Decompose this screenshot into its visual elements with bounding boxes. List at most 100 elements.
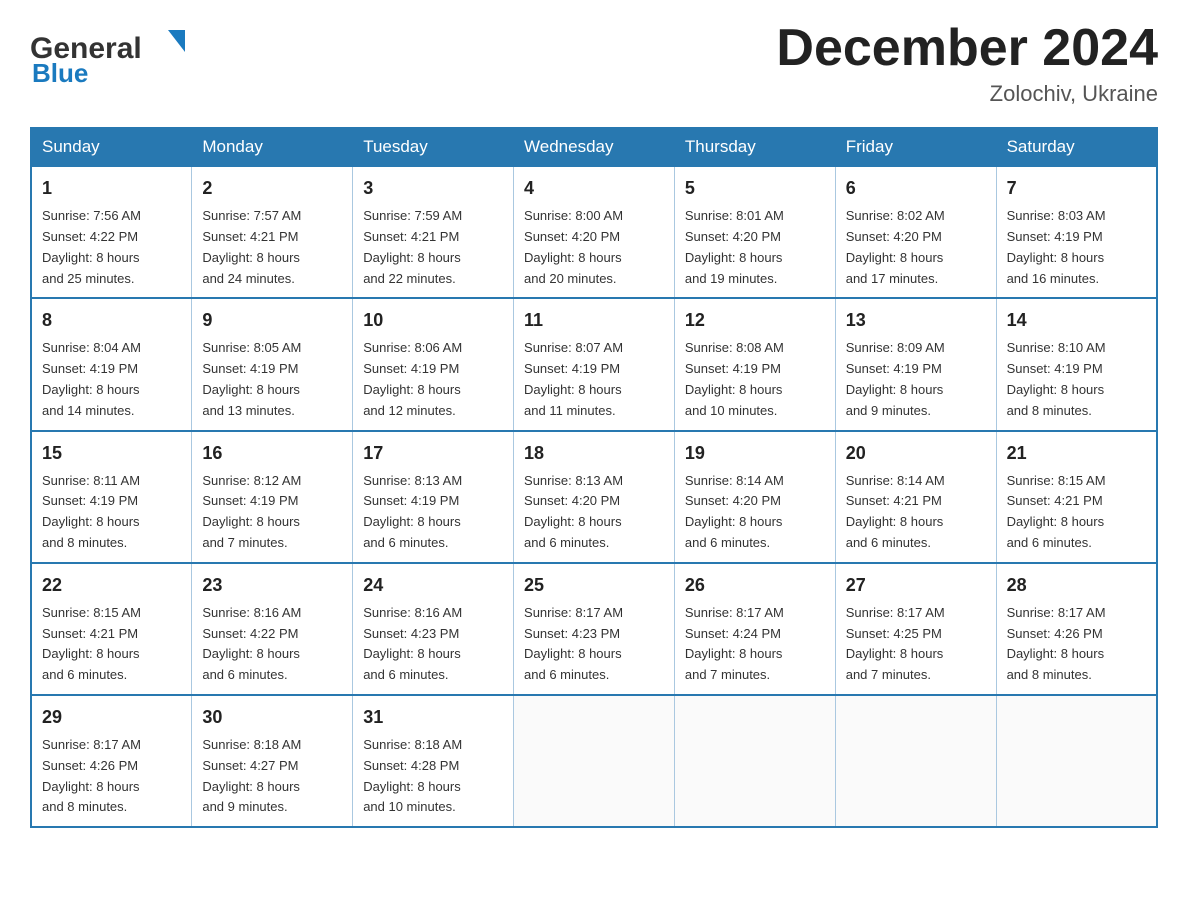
- day-info: Sunrise: 8:12 AMSunset: 4:19 PMDaylight:…: [202, 473, 301, 550]
- col-header-monday: Monday: [192, 128, 353, 166]
- day-cell: 22 Sunrise: 8:15 AMSunset: 4:21 PMDayligh…: [31, 563, 192, 695]
- day-info: Sunrise: 8:16 AMSunset: 4:23 PMDaylight:…: [363, 605, 462, 682]
- week-row-1: 1 Sunrise: 7:56 AMSunset: 4:22 PMDaylight…: [31, 166, 1157, 298]
- col-header-wednesday: Wednesday: [514, 128, 675, 166]
- day-info: Sunrise: 7:57 AMSunset: 4:21 PMDaylight:…: [202, 208, 301, 285]
- day-info: Sunrise: 8:18 AMSunset: 4:28 PMDaylight:…: [363, 737, 462, 814]
- day-number: 1: [42, 175, 181, 202]
- day-cell: 29 Sunrise: 8:17 AMSunset: 4:26 PMDayligh…: [31, 695, 192, 827]
- day-number: 18: [524, 440, 664, 467]
- day-cell: [835, 695, 996, 827]
- day-number: 25: [524, 572, 664, 599]
- day-info: Sunrise: 8:13 AMSunset: 4:20 PMDaylight:…: [524, 473, 623, 550]
- day-number: 23: [202, 572, 342, 599]
- day-cell: 15 Sunrise: 8:11 AMSunset: 4:19 PMDayligh…: [31, 431, 192, 563]
- day-cell: 4 Sunrise: 8:00 AMSunset: 4:20 PMDaylight…: [514, 166, 675, 298]
- day-info: Sunrise: 7:56 AMSunset: 4:22 PMDaylight:…: [42, 208, 141, 285]
- week-row-5: 29 Sunrise: 8:17 AMSunset: 4:26 PMDayligh…: [31, 695, 1157, 827]
- day-number: 3: [363, 175, 503, 202]
- col-header-friday: Friday: [835, 128, 996, 166]
- col-header-tuesday: Tuesday: [353, 128, 514, 166]
- day-number: 4: [524, 175, 664, 202]
- day-cell: 28 Sunrise: 8:17 AMSunset: 4:26 PMDayligh…: [996, 563, 1157, 695]
- day-number: 24: [363, 572, 503, 599]
- day-info: Sunrise: 8:14 AMSunset: 4:21 PMDaylight:…: [846, 473, 945, 550]
- day-info: Sunrise: 8:11 AMSunset: 4:19 PMDaylight:…: [42, 473, 140, 550]
- day-cell: 23 Sunrise: 8:16 AMSunset: 4:22 PMDayligh…: [192, 563, 353, 695]
- week-row-3: 15 Sunrise: 8:11 AMSunset: 4:19 PMDayligh…: [31, 431, 1157, 563]
- day-info: Sunrise: 8:06 AMSunset: 4:19 PMDaylight:…: [363, 340, 462, 417]
- day-info: Sunrise: 8:05 AMSunset: 4:19 PMDaylight:…: [202, 340, 301, 417]
- day-number: 28: [1007, 572, 1146, 599]
- day-cell: 31 Sunrise: 8:18 AMSunset: 4:28 PMDayligh…: [353, 695, 514, 827]
- day-number: 7: [1007, 175, 1146, 202]
- day-cell: 2 Sunrise: 7:57 AMSunset: 4:21 PMDaylight…: [192, 166, 353, 298]
- day-number: 15: [42, 440, 181, 467]
- day-cell: [674, 695, 835, 827]
- day-info: Sunrise: 7:59 AMSunset: 4:21 PMDaylight:…: [363, 208, 462, 285]
- day-info: Sunrise: 8:04 AMSunset: 4:19 PMDaylight:…: [42, 340, 141, 417]
- day-info: Sunrise: 8:16 AMSunset: 4:22 PMDaylight:…: [202, 605, 301, 682]
- day-info: Sunrise: 8:17 AMSunset: 4:24 PMDaylight:…: [685, 605, 784, 682]
- day-cell: 11Sunrise: 8:07 AMSunset: 4:19 PMDayligh…: [514, 298, 675, 430]
- day-cell: 20Sunrise: 8:14 AMSunset: 4:21 PMDayligh…: [835, 431, 996, 563]
- calendar-table: SundayMondayTuesdayWednesdayThursdayFrid…: [30, 127, 1158, 828]
- day-info: Sunrise: 8:18 AMSunset: 4:27 PMDaylight:…: [202, 737, 301, 814]
- week-row-2: 8 Sunrise: 8:04 AMSunset: 4:19 PMDaylight…: [31, 298, 1157, 430]
- day-cell: 19 Sunrise: 8:14 AMSunset: 4:20 PMDayligh…: [674, 431, 835, 563]
- day-number: 2: [202, 175, 342, 202]
- day-info: Sunrise: 8:13 AMSunset: 4:19 PMDaylight:…: [363, 473, 462, 550]
- day-number: 31: [363, 704, 503, 731]
- day-cell: 12Sunrise: 8:08 AMSunset: 4:19 PMDayligh…: [674, 298, 835, 430]
- day-cell: 14Sunrise: 8:10 AMSunset: 4:19 PMDayligh…: [996, 298, 1157, 430]
- day-number: 8: [42, 307, 181, 334]
- day-number: 22: [42, 572, 181, 599]
- day-info: Sunrise: 8:15 AMSunset: 4:21 PMDaylight:…: [42, 605, 141, 682]
- day-info: Sunrise: 8:17 AMSunset: 4:25 PMDaylight:…: [846, 605, 945, 682]
- day-cell: 10 Sunrise: 8:06 AMSunset: 4:19 PMDayligh…: [353, 298, 514, 430]
- day-number: 26: [685, 572, 825, 599]
- week-row-4: 22 Sunrise: 8:15 AMSunset: 4:21 PMDayligh…: [31, 563, 1157, 695]
- day-cell: 1 Sunrise: 7:56 AMSunset: 4:22 PMDaylight…: [31, 166, 192, 298]
- col-header-thursday: Thursday: [674, 128, 835, 166]
- day-info: Sunrise: 8:00 AMSunset: 4:20 PMDaylight:…: [524, 208, 623, 285]
- day-cell: 21Sunrise: 8:15 AMSunset: 4:21 PMDayligh…: [996, 431, 1157, 563]
- day-number: 16: [202, 440, 342, 467]
- day-info: Sunrise: 8:17 AMSunset: 4:23 PMDaylight:…: [524, 605, 623, 682]
- day-cell: 5 Sunrise: 8:01 AMSunset: 4:20 PMDaylight…: [674, 166, 835, 298]
- day-cell: 26 Sunrise: 8:17 AMSunset: 4:24 PMDayligh…: [674, 563, 835, 695]
- col-header-saturday: Saturday: [996, 128, 1157, 166]
- day-number: 30: [202, 704, 342, 731]
- day-info: Sunrise: 8:03 AMSunset: 4:19 PMDaylight:…: [1007, 208, 1106, 285]
- day-cell: 9Sunrise: 8:05 AMSunset: 4:19 PMDaylight…: [192, 298, 353, 430]
- day-cell: [996, 695, 1157, 827]
- day-number: 13: [846, 307, 986, 334]
- day-info: Sunrise: 8:14 AMSunset: 4:20 PMDaylight:…: [685, 473, 784, 550]
- day-number: 17: [363, 440, 503, 467]
- day-cell: 13 Sunrise: 8:09 AMSunset: 4:19 PMDayligh…: [835, 298, 996, 430]
- day-cell: 18 Sunrise: 8:13 AMSunset: 4:20 PMDayligh…: [514, 431, 675, 563]
- day-number: 10: [363, 307, 503, 334]
- day-info: Sunrise: 8:17 AMSunset: 4:26 PMDaylight:…: [1007, 605, 1106, 682]
- day-cell: 27 Sunrise: 8:17 AMSunset: 4:25 PMDayligh…: [835, 563, 996, 695]
- day-info: Sunrise: 8:01 AMSunset: 4:20 PMDaylight:…: [685, 208, 784, 285]
- day-number: 29: [42, 704, 181, 731]
- day-number: 21: [1007, 440, 1146, 467]
- day-cell: [514, 695, 675, 827]
- col-header-sunday: Sunday: [31, 128, 192, 166]
- day-info: Sunrise: 8:09 AMSunset: 4:19 PMDaylight:…: [846, 340, 945, 417]
- page-header: General Blue December 2024 Zolochiv, Ukr…: [30, 20, 1158, 107]
- day-cell: 25 Sunrise: 8:17 AMSunset: 4:23 PMDayligh…: [514, 563, 675, 695]
- day-number: 27: [846, 572, 986, 599]
- day-cell: 24 Sunrise: 8:16 AMSunset: 4:23 PMDayligh…: [353, 563, 514, 695]
- day-number: 6: [846, 175, 986, 202]
- day-cell: 6Sunrise: 8:02 AMSunset: 4:20 PMDaylight…: [835, 166, 996, 298]
- day-info: Sunrise: 8:10 AMSunset: 4:19 PMDaylight:…: [1007, 340, 1106, 417]
- day-number: 11: [524, 307, 664, 334]
- day-cell: 7 Sunrise: 8:03 AMSunset: 4:19 PMDaylight…: [996, 166, 1157, 298]
- location: Zolochiv, Ukraine: [776, 81, 1158, 107]
- day-number: 19: [685, 440, 825, 467]
- day-number: 5: [685, 175, 825, 202]
- day-info: Sunrise: 8:17 AMSunset: 4:26 PMDaylight:…: [42, 737, 141, 814]
- day-cell: 16 Sunrise: 8:12 AMSunset: 4:19 PMDayligh…: [192, 431, 353, 563]
